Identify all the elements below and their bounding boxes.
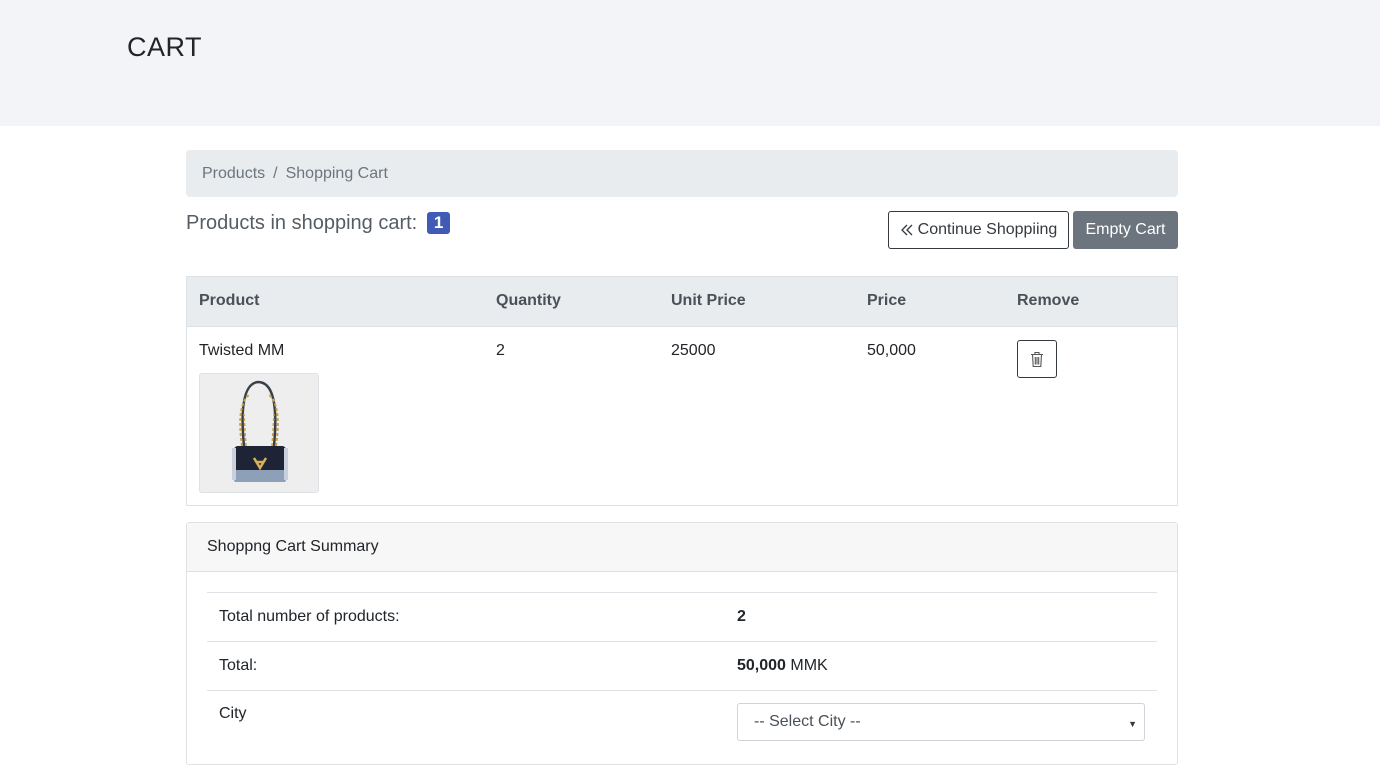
total-label: Total: xyxy=(219,657,258,674)
header-price: Price xyxy=(867,292,907,309)
summary-row-total-products: Total number of products: 2 xyxy=(207,592,1157,641)
total-products-value-wrap: 2 xyxy=(737,608,746,626)
total-products-value: 2 xyxy=(737,608,746,625)
header-product: Product xyxy=(199,292,260,309)
summary-row-total: Total: 50,000 MMK xyxy=(207,641,1157,690)
remove-item-button[interactable] xyxy=(1017,340,1057,378)
cart-summary-card: Shoppng Cart Summary Total number of pro… xyxy=(186,522,1178,765)
header-remove: Remove xyxy=(1017,292,1080,309)
empty-cart-button[interactable]: Empty Cart xyxy=(1073,211,1178,249)
breadcrumb-current: Shopping Cart xyxy=(285,164,388,182)
chevron-down-icon: ▼ xyxy=(1128,719,1137,729)
product-price: 50,000 xyxy=(867,342,916,359)
breadcrumb-separator: / xyxy=(273,164,278,182)
cart-count-label: Products in shopping cart: xyxy=(186,212,418,234)
city-select[interactable]: -- Select City -- ▼ xyxy=(737,703,1145,741)
handbag-icon xyxy=(232,380,288,482)
cart-container: Products / Shopping Cart Products in sho… xyxy=(186,150,1178,765)
double-chevron-left-icon xyxy=(900,224,913,236)
trash-icon xyxy=(1031,351,1043,367)
cart-count-heading: Products in shopping cart: 1 xyxy=(186,212,451,235)
cart-toolbar: Products in shopping cart: 1 Continue Sh… xyxy=(186,197,1178,277)
total-value-wrap: 50,000 MMK xyxy=(737,657,828,675)
continue-shopping-label: Continue Shoppiing xyxy=(917,221,1058,238)
breadcrumb: Products / Shopping Cart xyxy=(186,150,1178,197)
product-name[interactable]: Twisted MM xyxy=(199,342,284,360)
breadcrumb-products[interactable]: Products xyxy=(202,165,265,183)
page-title: CART xyxy=(127,32,203,62)
header-unit-price: Unit Price xyxy=(671,292,746,309)
cart-count-badge: 1 xyxy=(426,212,451,234)
currency-label: MMK xyxy=(790,657,828,674)
cart-table: Product Quantity Unit Price Price Remove… xyxy=(186,276,1178,506)
city-select-value: -- Select City -- xyxy=(754,713,861,730)
total-value: 50,000 xyxy=(737,657,786,674)
table-header: Product Quantity Unit Price Price Remove xyxy=(187,277,1177,327)
header-quantity: Quantity xyxy=(496,292,561,309)
total-products-label: Total number of products: xyxy=(219,608,400,625)
table-row: Twisted MM 2 25000 50,000 xyxy=(187,327,1177,505)
city-label: City xyxy=(219,705,247,722)
page-header: CART xyxy=(0,0,1380,126)
summary-title: Shoppng Cart Summary xyxy=(187,523,1177,572)
summary-row-city: City -- Select City -- ▼ xyxy=(207,690,1157,752)
handbag-image[interactable] xyxy=(199,373,319,493)
product-quantity: 2 xyxy=(496,342,505,359)
product-unit-price: 25000 xyxy=(671,342,716,359)
summary-body: Total number of products: 2 Total: 50,00… xyxy=(187,572,1177,764)
continue-shopping-button[interactable]: Continue Shoppiing xyxy=(888,211,1069,249)
